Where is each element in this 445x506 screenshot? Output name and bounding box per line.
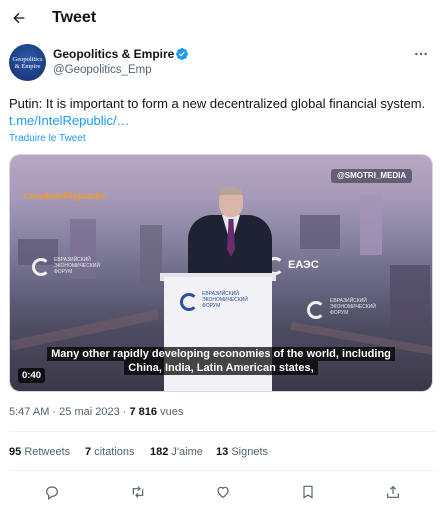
- like-icon: [217, 486, 229, 499]
- forum-text-right: ЕВРАЗИЙСКИЙ ЭКОНОМИЧЕСКИЙ ФОРУМ: [330, 298, 376, 316]
- more-icon: [415, 52, 427, 56]
- author-handle[interactable]: @Geopolitics_Emp: [53, 63, 152, 78]
- retweets-stat[interactable]: 95 Retweets: [9, 445, 70, 459]
- background-building: [360, 195, 382, 255]
- bookmark-button[interactable]: [298, 482, 318, 502]
- speaker-hair: [220, 187, 242, 195]
- avatar-text-line-1: Geopolitics: [12, 56, 43, 63]
- forum-logo-icon: [307, 301, 325, 319]
- share-button[interactable]: [383, 482, 403, 502]
- tweet-actions: [0, 482, 445, 502]
- video-subtitle-line-1: Many other rapidly developing economies …: [10, 347, 432, 361]
- tweet-meta: 5:47 AM · 25 mai 2023 · 7 816 vues: [9, 405, 183, 419]
- divider: [9, 470, 436, 471]
- author-name[interactable]: Geopolitics & Empire: [53, 47, 174, 62]
- avatar[interactable]: Geopolitics & Empire: [9, 44, 46, 81]
- bookmarks-label: Signets: [231, 446, 269, 458]
- translate-tweet-link[interactable]: Traduire le Tweet: [9, 133, 86, 145]
- forum-text-left: ЕВРАЗИЙСКИЙ ЭКОНОМИЧЕСКИЙ ФОРУМ: [54, 257, 100, 275]
- background-building: [300, 215, 340, 249]
- view-label: vues: [160, 406, 184, 418]
- forum-line: ФОРУМ: [330, 310, 349, 316]
- tweet-author: Geopolitics & Empire Geopolitics & Empir…: [9, 44, 436, 84]
- likes-stat[interactable]: 182 J'aime: [150, 445, 203, 459]
- more-options-button[interactable]: [411, 46, 431, 62]
- retweets-count: 95: [9, 446, 22, 458]
- podium-text: ЕВРАЗИЙСКИЙ ЭКОНОМИЧЕСКИЙ ФОРУМ: [202, 291, 248, 309]
- divider: [9, 431, 436, 432]
- back-arrow-icon: [13, 12, 25, 24]
- tweet-date[interactable]: 25 mai 2023: [59, 406, 120, 418]
- watermark-top: @SMOTRI_MEDIA: [331, 169, 413, 183]
- view-count: 7 816: [129, 406, 158, 418]
- quotes-label: citations: [94, 446, 135, 458]
- retweets-label: Retweets: [24, 446, 71, 458]
- tweet-text: Putin: It is important to form a new dec…: [9, 96, 426, 111]
- bookmark-icon: [303, 485, 313, 499]
- background-building: [390, 265, 430, 325]
- quotes-count: 7: [85, 446, 92, 458]
- verified-badge-icon: [176, 48, 188, 60]
- eaes-label: ЕАЭС: [288, 259, 319, 271]
- like-button[interactable]: [213, 482, 233, 502]
- subtitle-text: Many other rapidly developing economies …: [47, 347, 395, 361]
- podium-logo-icon: [180, 293, 198, 311]
- reply-icon: [46, 486, 58, 500]
- watermark-left: t.me/IntelRepublic: [24, 191, 106, 202]
- forum-line: ФОРУМ: [54, 269, 73, 275]
- page-title: Tweet: [52, 9, 97, 26]
- video-player[interactable]: @SMOTRI_MEDIA t.me/IntelRepublic ЕВРАЗИЙ…: [9, 154, 433, 392]
- back-button[interactable]: [9, 8, 29, 28]
- likes-label: J'aime: [171, 446, 203, 458]
- share-icon: [387, 485, 399, 498]
- background-building: [140, 225, 162, 285]
- bookmarks-stat[interactable]: 13 Signets: [216, 445, 268, 459]
- retweet-button[interactable]: [128, 482, 148, 502]
- forum-logo-icon: [32, 258, 50, 276]
- quotes-stat[interactable]: 7 citations: [85, 445, 135, 459]
- reply-button[interactable]: [42, 482, 62, 502]
- forum-line: ФОРУМ: [202, 303, 221, 309]
- tweet-link[interactable]: t.me/IntelRepublic/…: [9, 112, 130, 130]
- video-subtitle-line-2: China, India, Latin American states,: [10, 361, 432, 375]
- likes-count: 182: [150, 446, 169, 458]
- bookmarks-count: 13: [216, 446, 229, 458]
- tweet-time[interactable]: 5:47 AM: [9, 406, 49, 418]
- top-bar: Tweet: [0, 0, 445, 36]
- subtitle-text: China, India, Latin American states,: [124, 361, 318, 375]
- video-duration-badge: 0:40: [18, 368, 46, 383]
- retweet-icon: [132, 486, 144, 498]
- meta-separator: ·: [122, 406, 127, 418]
- avatar-text-line-2: & Empire: [14, 63, 41, 70]
- meta-separator: ·: [52, 406, 57, 418]
